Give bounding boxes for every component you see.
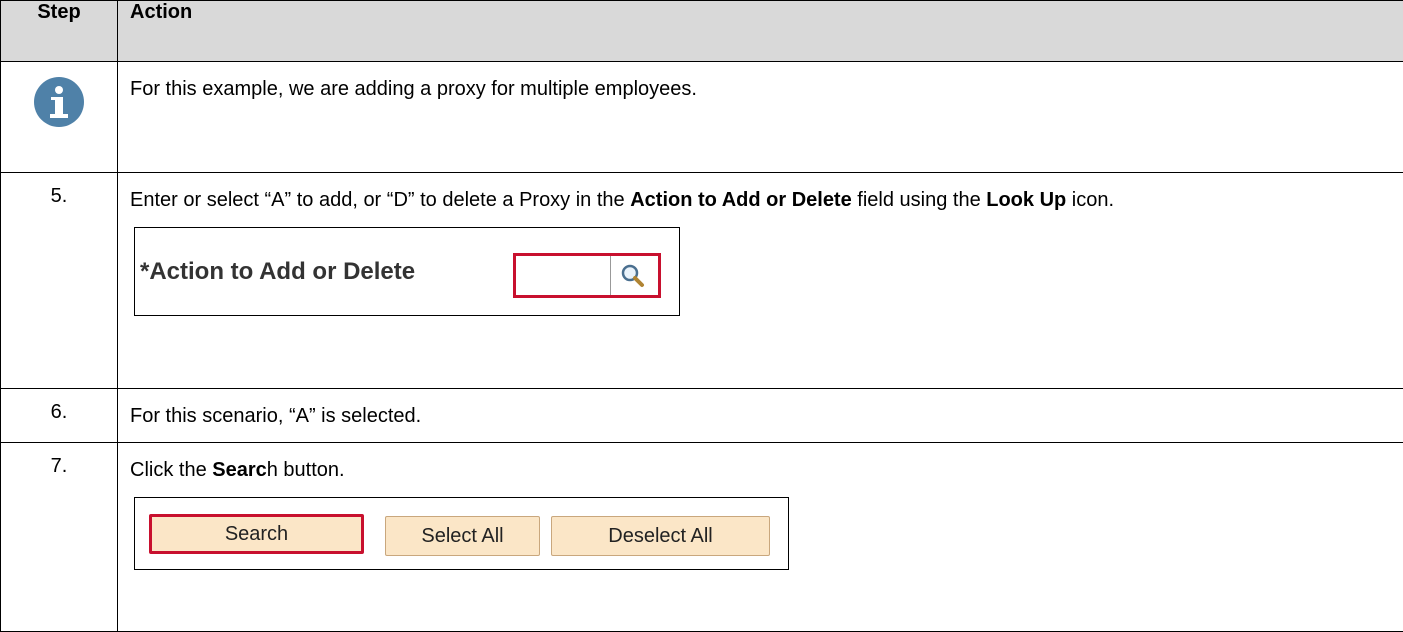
step-5-bold-field: Action to Add or Delete xyxy=(630,189,852,211)
action-lookup-field[interactable] xyxy=(513,253,661,298)
step-5-text-1: Enter or select “A” to add, or “D” to de… xyxy=(130,189,631,211)
step-6-text: For this scenario, “A” is selected. xyxy=(130,405,422,427)
step-action-cell: Click the Search button. Search Select A… xyxy=(117,442,1403,632)
search-button[interactable]: Search xyxy=(149,514,364,554)
action-field-label: *Action to Add or Delete xyxy=(140,258,416,285)
step-7-text-1: Click the xyxy=(130,459,213,481)
header-row: Step Action xyxy=(0,0,1403,62)
step-5-instructions: Enter or select “A” to add, or “D” to de… xyxy=(118,173,1403,215)
deselect-all-button[interactable]: Deselect All xyxy=(551,516,770,556)
step-action-cell: Enter or select “A” to add, or “D” to de… xyxy=(117,172,1403,389)
step-row-6: 6. For this scenario, “A” is selected. xyxy=(0,388,1403,443)
step-number: 6. xyxy=(50,401,68,423)
action-column-header: Action xyxy=(117,0,1403,62)
step-row-7: 7. Click the Search button. Search Selec… xyxy=(0,442,1403,632)
step-number-cell: 6. xyxy=(0,388,118,443)
info-text: For this example, we are adding a proxy … xyxy=(130,78,697,100)
step-number: 7. xyxy=(50,455,68,477)
step-5-text-3: icon. xyxy=(1066,189,1115,211)
step-number-cell: 5. xyxy=(0,172,118,389)
step-7-instructions: Click the Search button. xyxy=(118,443,1403,485)
step-row-5: 5. Enter or select “A” to add, or “D” to… xyxy=(0,172,1403,389)
step-number: 5. xyxy=(50,185,68,207)
info-text-cell: For this example, we are adding a proxy … xyxy=(117,61,1403,173)
step-7-bold: Searc xyxy=(212,459,267,481)
select-all-button[interactable]: Select All xyxy=(385,516,540,556)
action-field-screenshot: *Action to Add or Delete xyxy=(134,227,680,316)
steps-table: Step Action For this example, we are add… xyxy=(0,0,1403,632)
step-action-cell: For this scenario, “A” is selected. xyxy=(117,388,1403,443)
info-row: For this example, we are adding a proxy … xyxy=(0,61,1403,173)
step-5-bold-lookup: Look Up xyxy=(986,189,1067,211)
step-column-header: Step xyxy=(0,0,118,62)
info-icon-cell xyxy=(0,61,118,173)
magnifier-icon[interactable] xyxy=(620,263,646,289)
step-7-text-2: h button. xyxy=(266,459,345,481)
info-icon xyxy=(34,77,84,127)
buttons-screenshot: Search Select All Deselect All xyxy=(134,497,789,570)
step-5-text-2: field using the xyxy=(851,189,987,211)
step-number-cell: 7. xyxy=(0,442,118,632)
